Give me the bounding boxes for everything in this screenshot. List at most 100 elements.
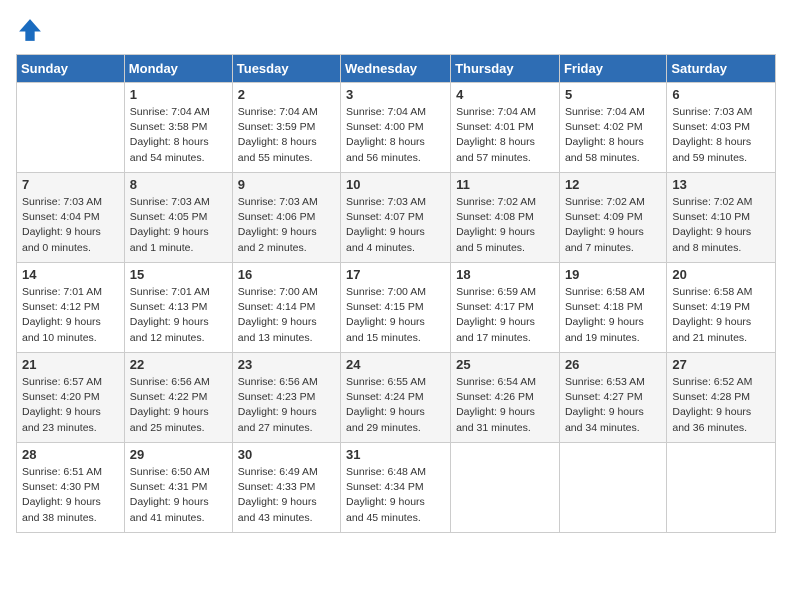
- calendar-cell: [17, 83, 125, 173]
- day-number: 13: [672, 177, 770, 192]
- sunrise-text: Sunrise: 6:50 AM: [130, 465, 227, 480]
- day-info: Sunrise: 6:59 AMSunset: 4:17 PMDaylight:…: [456, 285, 554, 346]
- sunrise-text: Sunrise: 6:56 AM: [238, 375, 335, 390]
- daylight-text: Daylight: 8 hours and 58 minutes.: [565, 135, 661, 165]
- weekday-header: Tuesday: [232, 55, 340, 83]
- sunrise-text: Sunrise: 6:52 AM: [672, 375, 770, 390]
- weekday-header: Sunday: [17, 55, 125, 83]
- day-number: 28: [22, 447, 119, 462]
- day-number: 12: [565, 177, 661, 192]
- sunrise-text: Sunrise: 6:48 AM: [346, 465, 445, 480]
- sunset-text: Sunset: 4:10 PM: [672, 210, 770, 225]
- calendar-cell: [667, 443, 776, 533]
- calendar-week-row: 21 Sunrise: 6:57 AMSunset: 4:20 PMDayligh…: [17, 353, 776, 443]
- day-number: 8: [130, 177, 227, 192]
- sunrise-text: Sunrise: 7:00 AM: [346, 285, 445, 300]
- sunset-text: Sunset: 4:24 PM: [346, 390, 445, 405]
- calendar-cell: 9Sunrise: 7:03 AMSunset: 4:06 PMDaylight…: [232, 173, 340, 263]
- sunset-text: Sunset: 4:09 PM: [565, 210, 661, 225]
- calendar-cell: 26Sunrise: 6:53 AMSunset: 4:27 PMDayligh…: [559, 353, 666, 443]
- sunset-text: Sunset: 4:27 PM: [565, 390, 661, 405]
- calendar-week-row: 14Sunrise: 7:01 AMSunset: 4:12 PMDayligh…: [17, 263, 776, 353]
- sunset-text: Sunset: 4:30 PM: [22, 480, 119, 495]
- weekday-header-row: SundayMondayTuesdayWednesdayThursdayFrid…: [17, 55, 776, 83]
- sunset-text: Sunset: 4:08 PM: [456, 210, 554, 225]
- sunset-text: Sunset: 4:23 PM: [238, 390, 335, 405]
- sunrise-text: Sunrise: 7:03 AM: [130, 195, 227, 210]
- day-number: 24: [346, 357, 445, 372]
- day-info: Sunrise: 7:03 AMSunset: 4:06 PMDaylight:…: [238, 195, 335, 256]
- sunset-text: Sunset: 4:17 PM: [456, 300, 554, 315]
- day-info: Sunrise: 7:04 AMSunset: 3:58 PMDaylight:…: [130, 105, 227, 166]
- sunrise-text: Sunrise: 6:59 AM: [456, 285, 554, 300]
- sunset-text: Sunset: 4:22 PM: [130, 390, 227, 405]
- day-info: Sunrise: 6:49 AMSunset: 4:33 PMDaylight:…: [238, 465, 335, 526]
- calendar-cell: 30Sunrise: 6:49 AMSunset: 4:33 PMDayligh…: [232, 443, 340, 533]
- sunrise-text: Sunrise: 7:04 AM: [565, 105, 661, 120]
- sunset-text: Sunset: 4:14 PM: [238, 300, 335, 315]
- sunset-text: Sunset: 4:12 PM: [22, 300, 119, 315]
- sunrise-text: Sunrise: 7:00 AM: [238, 285, 335, 300]
- daylight-text: Daylight: 8 hours and 57 minutes.: [456, 135, 554, 165]
- sunset-text: Sunset: 4:34 PM: [346, 480, 445, 495]
- calendar-cell: 18 Sunrise: 6:59 AMSunset: 4:17 PMDayligh…: [451, 263, 560, 353]
- sunrise-text: Sunrise: 6:54 AM: [456, 375, 554, 390]
- sunrise-text: Sunrise: 6:58 AM: [672, 285, 770, 300]
- calendar-cell: 10Sunrise: 7:03 AMSunset: 4:07 PMDayligh…: [341, 173, 451, 263]
- daylight-text: Daylight: 9 hours and 25 minutes.: [130, 405, 227, 435]
- calendar-cell: 31Sunrise: 6:48 AMSunset: 4:34 PMDayligh…: [341, 443, 451, 533]
- sunset-text: Sunset: 4:05 PM: [130, 210, 227, 225]
- sunrise-text: Sunrise: 6:57 AM: [22, 375, 119, 390]
- sunrise-text: Sunrise: 6:53 AM: [565, 375, 661, 390]
- sunrise-text: Sunrise: 6:56 AM: [130, 375, 227, 390]
- sunset-text: Sunset: 4:02 PM: [565, 120, 661, 135]
- daylight-text: Daylight: 9 hours and 45 minutes.: [346, 495, 445, 525]
- day-number: 18: [456, 267, 554, 282]
- day-info: Sunrise: 7:03 AMSunset: 4:03 PMDaylight:…: [672, 105, 770, 166]
- calendar-cell: [559, 443, 666, 533]
- day-number: 22: [130, 357, 227, 372]
- daylight-text: Daylight: 9 hours and 19 minutes.: [565, 315, 661, 345]
- calendar-cell: 11Sunrise: 7:02 AMSunset: 4:08 PMDayligh…: [451, 173, 560, 263]
- day-number: 7: [22, 177, 119, 192]
- sunset-text: Sunset: 4:26 PM: [456, 390, 554, 405]
- day-number: 4: [456, 87, 554, 102]
- daylight-text: Daylight: 9 hours and 23 minutes.: [22, 405, 119, 435]
- sunrise-text: Sunrise: 7:04 AM: [346, 105, 445, 120]
- sunset-text: Sunset: 3:59 PM: [238, 120, 335, 135]
- calendar-cell: 3Sunrise: 7:04 AMSunset: 4:00 PMDaylight…: [341, 83, 451, 173]
- day-info: Sunrise: 7:02 AMSunset: 4:10 PMDaylight:…: [672, 195, 770, 256]
- daylight-text: Daylight: 9 hours and 21 minutes.: [672, 315, 770, 345]
- logo-icon: [16, 16, 44, 44]
- sunrise-text: Sunrise: 6:49 AM: [238, 465, 335, 480]
- day-info: Sunrise: 7:03 AMSunset: 4:04 PMDaylight:…: [22, 195, 119, 256]
- day-info: Sunrise: 6:54 AMSunset: 4:26 PMDaylight:…: [456, 375, 554, 436]
- daylight-text: Daylight: 8 hours and 55 minutes.: [238, 135, 335, 165]
- daylight-text: Daylight: 8 hours and 54 minutes.: [130, 135, 227, 165]
- daylight-text: Daylight: 9 hours and 10 minutes.: [22, 315, 119, 345]
- day-info: Sunrise: 6:56 AMSunset: 4:23 PMDaylight:…: [238, 375, 335, 436]
- sunrise-text: Sunrise: 7:03 AM: [672, 105, 770, 120]
- daylight-text: Daylight: 9 hours and 27 minutes.: [238, 405, 335, 435]
- day-number: 19: [565, 267, 661, 282]
- day-info: Sunrise: 7:00 AMSunset: 4:14 PMDaylight:…: [238, 285, 335, 346]
- sunset-text: Sunset: 4:31 PM: [130, 480, 227, 495]
- day-info: Sunrise: 6:57 AMSunset: 4:20 PMDaylight:…: [22, 375, 119, 436]
- calendar-cell: 15Sunrise: 7:01 AMSunset: 4:13 PMDayligh…: [124, 263, 232, 353]
- day-number: 21: [22, 357, 119, 372]
- calendar-cell: 22 Sunrise: 6:56 AMSunset: 4:22 PMDayligh…: [124, 353, 232, 443]
- sunset-text: Sunset: 4:01 PM: [456, 120, 554, 135]
- sunrise-text: Sunrise: 7:03 AM: [22, 195, 119, 210]
- calendar-week-row: 1Sunrise: 7:04 AMSunset: 3:58 PMDaylight…: [17, 83, 776, 173]
- day-info: Sunrise: 7:03 AMSunset: 4:07 PMDaylight:…: [346, 195, 445, 256]
- day-number: 20: [672, 267, 770, 282]
- weekday-header: Thursday: [451, 55, 560, 83]
- calendar-cell: 25Sunrise: 6:54 AMSunset: 4:26 PMDayligh…: [451, 353, 560, 443]
- day-number: 6: [672, 87, 770, 102]
- daylight-text: Daylight: 9 hours and 41 minutes.: [130, 495, 227, 525]
- day-info: Sunrise: 6:53 AMSunset: 4:27 PMDaylight:…: [565, 375, 661, 436]
- daylight-text: Daylight: 9 hours and 15 minutes.: [346, 315, 445, 345]
- daylight-text: Daylight: 9 hours and 2 minutes.: [238, 225, 335, 255]
- day-info: Sunrise: 6:55 AMSunset: 4:24 PMDaylight:…: [346, 375, 445, 436]
- weekday-header: Friday: [559, 55, 666, 83]
